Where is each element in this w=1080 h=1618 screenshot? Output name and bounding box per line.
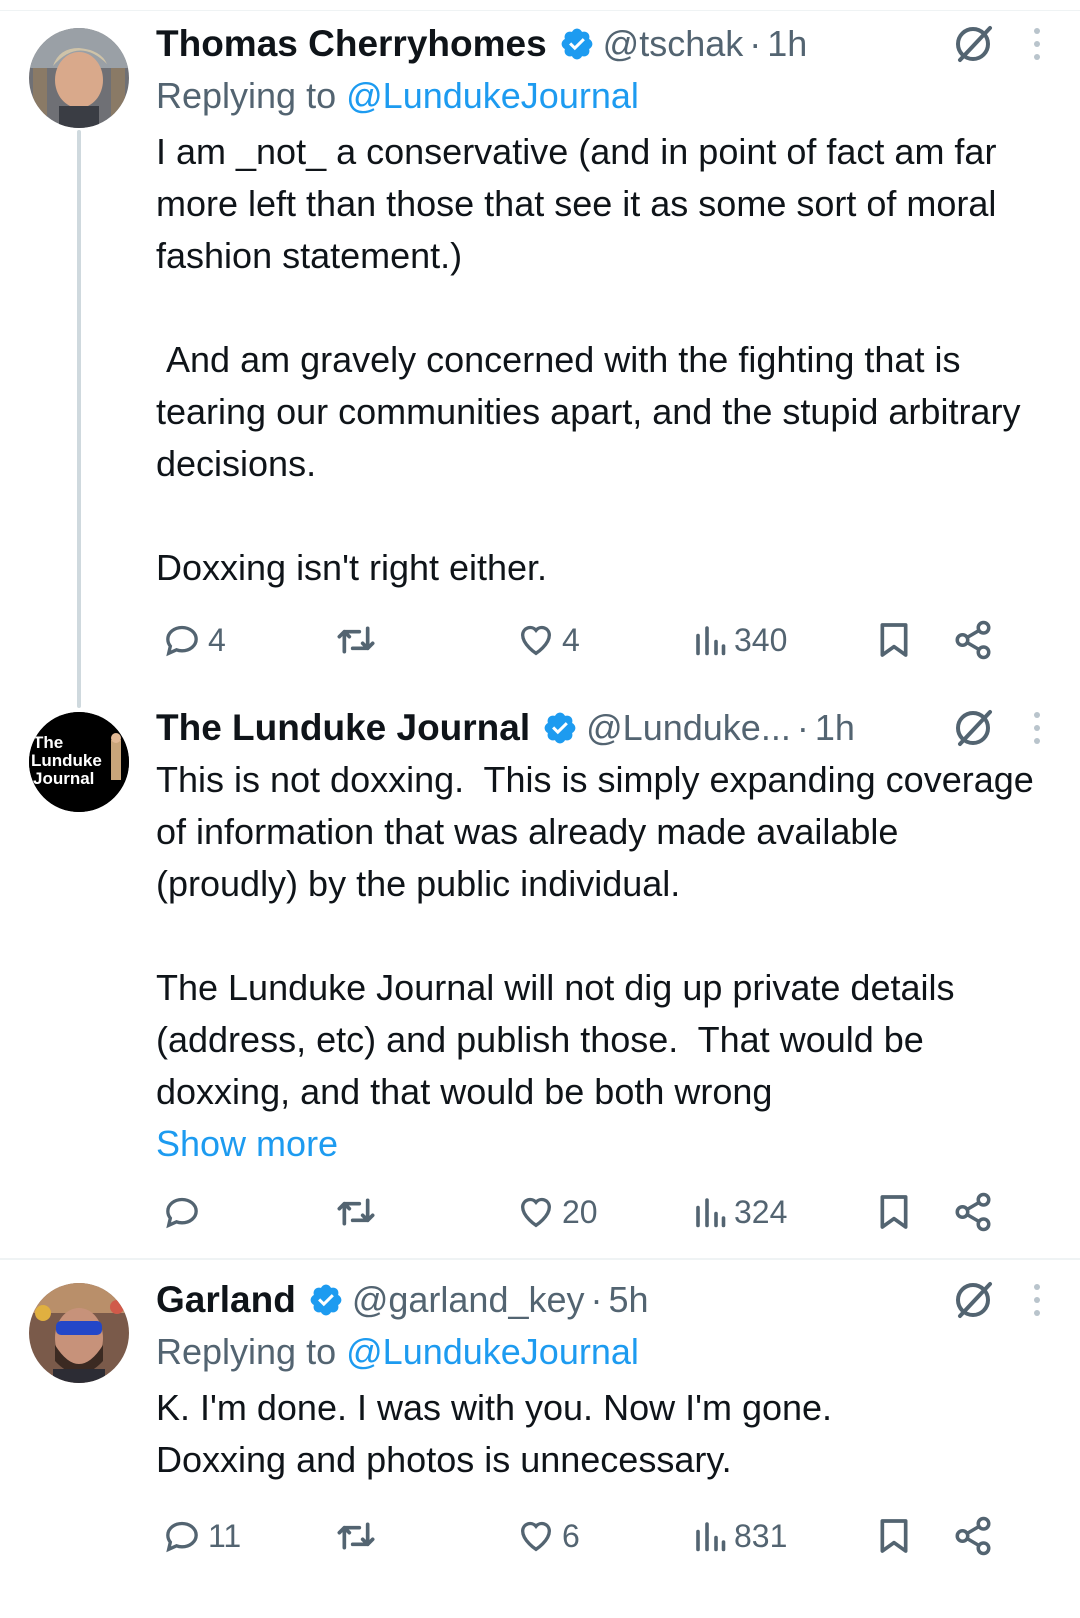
more-vertical-icon[interactable] — [1034, 712, 1040, 744]
author-name[interactable]: Thomas Cherryhomes — [156, 23, 547, 65]
reply-count: 4 — [208, 621, 226, 658]
tweet-text: This is not doxxing. This is simply expa… — [156, 759, 1034, 1112]
repost-icon — [337, 1522, 375, 1550]
bookmark-button[interactable] — [874, 1188, 914, 1236]
author-handle[interactable]: @Lunduke... — [586, 707, 791, 749]
avatar[interactable] — [29, 1283, 129, 1383]
timestamp[interactable]: 5h — [609, 1279, 649, 1321]
bookmark-button[interactable] — [874, 616, 914, 664]
views-count: 324 — [734, 1193, 788, 1230]
replying-to-label: Replying to — [156, 75, 337, 116]
like-button[interactable]: 4 — [516, 616, 580, 664]
bookmark-icon — [880, 1519, 908, 1553]
views-icon — [696, 1198, 726, 1228]
reply-icon — [166, 1197, 198, 1229]
like-count: 6 — [562, 1517, 580, 1554]
lunduke-journal-logo: The Lunduke Journal — [29, 712, 129, 812]
bookmark-icon — [880, 1195, 908, 1229]
action-bar: 11 6 831 — [156, 1512, 1036, 1560]
show-more-link[interactable]: Show more — [156, 1118, 1050, 1170]
more-vertical-icon[interactable] — [1034, 1284, 1040, 1316]
replying-to-label: Replying to — [156, 1331, 337, 1372]
repost-button[interactable] — [334, 616, 378, 664]
heart-icon — [520, 625, 552, 656]
repost-button[interactable] — [334, 1188, 378, 1236]
action-bar: 20 324 — [156, 1188, 1036, 1236]
grok-icon[interactable] — [952, 706, 996, 750]
reply-count: 11 — [208, 1517, 242, 1554]
reply-to-handle-link[interactable]: @LundukeJournal — [346, 75, 639, 116]
reply-icon — [166, 1521, 198, 1553]
like-button[interactable]: 20 — [516, 1188, 598, 1236]
repost-icon — [337, 1198, 375, 1226]
views-count: 831 — [734, 1517, 788, 1554]
action-bar: 4 4 340 — [156, 616, 1036, 664]
author-handle[interactable]: @tschak — [603, 23, 744, 65]
share-icon — [955, 620, 991, 660]
like-button[interactable]: 6 — [516, 1512, 580, 1560]
verified-badge-icon — [308, 1282, 344, 1318]
separator-dot: · — [796, 707, 809, 748]
grok-icon[interactable] — [952, 1278, 996, 1322]
views-icon — [696, 626, 726, 656]
heart-icon — [520, 1521, 552, 1552]
svg-text:Lunduke: Lunduke — [31, 751, 102, 770]
views-count: 340 — [734, 621, 788, 658]
avatar-photo — [29, 1283, 129, 1383]
repost-icon — [337, 626, 375, 654]
share-button[interactable] — [952, 1188, 994, 1236]
tweet-text: K. I'm done. I was with you. Now I'm gon… — [156, 1387, 833, 1480]
avatar-photo — [29, 28, 129, 128]
heart-icon — [520, 1197, 552, 1228]
more-vertical-icon[interactable] — [1034, 28, 1040, 60]
verified-badge-icon — [542, 710, 578, 746]
views-icon — [696, 1522, 726, 1552]
share-button[interactable] — [952, 616, 994, 664]
separator-dot: · — [590, 1279, 603, 1320]
bookmark-icon — [880, 623, 908, 657]
replying-to: Replying to @LundukeJournal — [156, 72, 1050, 120]
reply-to-handle-link[interactable]: @LundukeJournal — [346, 1331, 639, 1372]
views-button[interactable]: 340 — [692, 616, 787, 664]
grok-icon[interactable] — [952, 22, 996, 66]
tweet-divider — [0, 1258, 1080, 1260]
timestamp[interactable]: 1h — [815, 707, 855, 749]
share-icon — [955, 1192, 991, 1232]
separator-dot: · — [749, 23, 762, 64]
svg-text:The: The — [33, 733, 63, 752]
verified-badge-icon — [559, 26, 595, 62]
tweet-text: I am _not_ a conservative (and in point … — [156, 131, 1021, 588]
avatar[interactable]: The Lunduke Journal — [29, 712, 129, 812]
author-name[interactable]: Garland — [156, 1279, 296, 1321]
author-name[interactable]: The Lunduke Journal — [156, 707, 530, 749]
reply-icon — [166, 625, 198, 657]
views-button[interactable]: 324 — [692, 1188, 787, 1236]
like-count: 20 — [562, 1193, 598, 1230]
like-count: 4 — [562, 621, 580, 658]
timestamp[interactable]: 1h — [767, 23, 807, 65]
replying-to: Replying to @LundukeJournal — [156, 1328, 1050, 1376]
share-button[interactable] — [952, 1512, 994, 1560]
share-icon — [955, 1516, 991, 1556]
reply-button[interactable]: 11 — [162, 1512, 241, 1560]
avatar[interactable] — [29, 28, 129, 128]
svg-text:Journal: Journal — [33, 769, 94, 788]
reply-button[interactable]: 4 — [162, 616, 226, 664]
bookmark-button[interactable] — [874, 1512, 914, 1560]
author-handle[interactable]: @garland_key — [352, 1279, 585, 1321]
repost-button[interactable] — [334, 1512, 378, 1560]
reply-button[interactable] — [162, 1188, 208, 1236]
thread-line — [77, 130, 81, 708]
views-button[interactable]: 831 — [692, 1512, 787, 1560]
top-divider — [0, 10, 1080, 11]
